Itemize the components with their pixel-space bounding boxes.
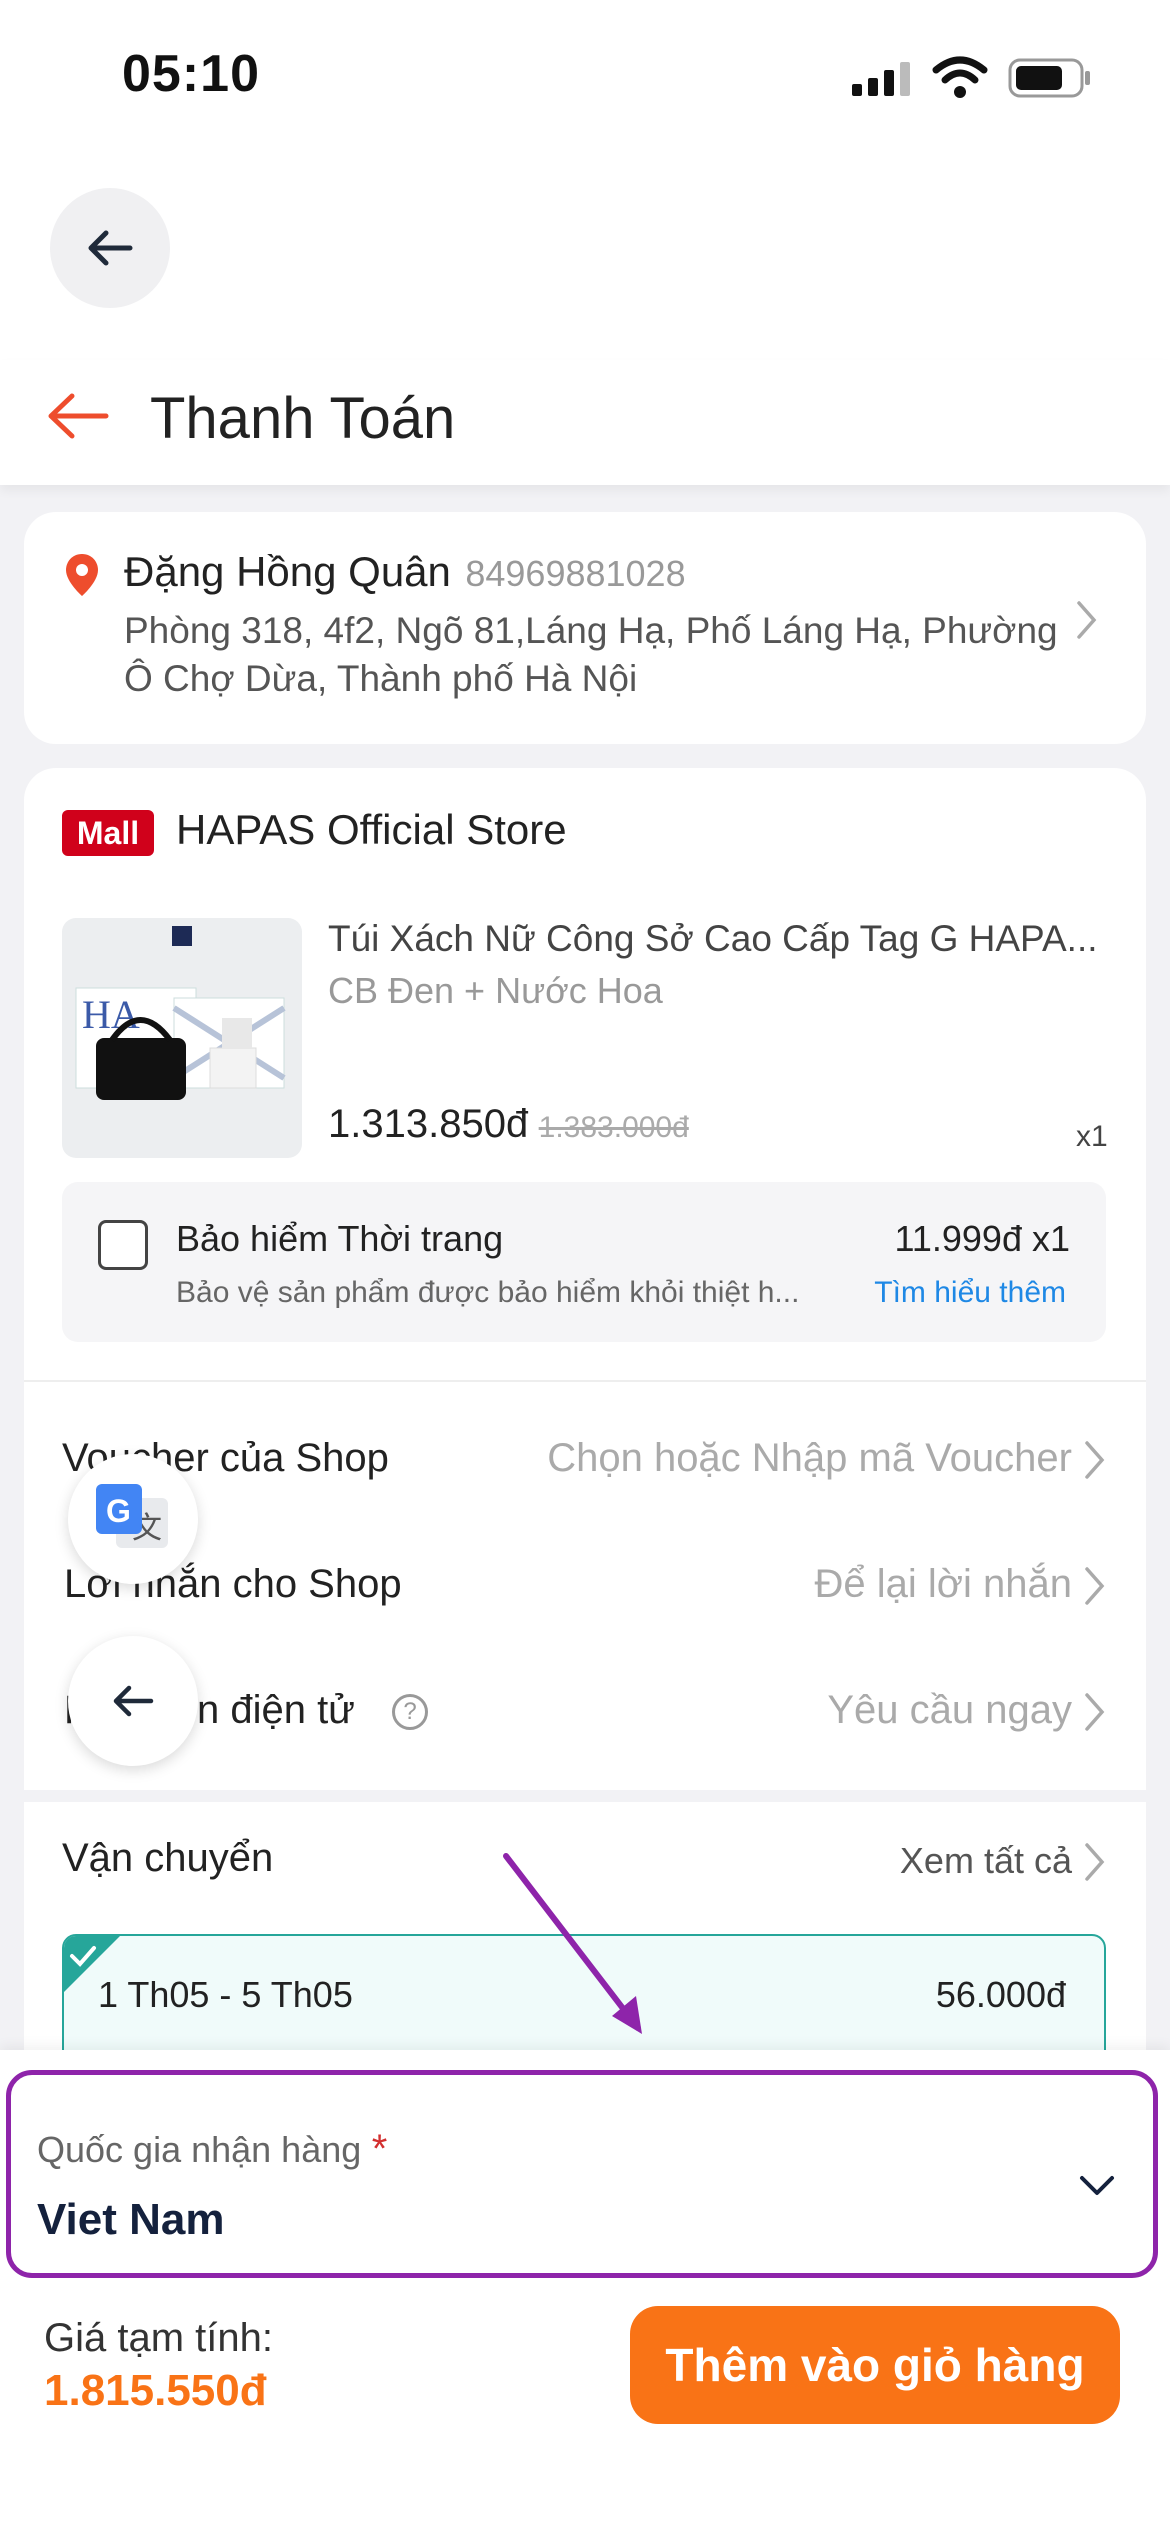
help-icon[interactable]: ? [392, 1694, 428, 1730]
svg-text:G: G [106, 1493, 131, 1529]
product-original-price: 1.383.000đ [538, 1111, 689, 1144]
chevron-right-icon [1084, 1692, 1106, 1737]
translate-bubble[interactable]: 文 G [68, 1454, 198, 1584]
recipient-name: Đặng Hồng Quân [124, 548, 451, 595]
country-select[interactable]: Quốc gia nhận hàng * Viet Nam [6, 2070, 1158, 2278]
shipping-label: Vận chuyển [62, 1836, 274, 1880]
insurance-checkbox[interactable] [98, 1220, 148, 1270]
message-value: Để lại lời nhắn [814, 1562, 1072, 1606]
invoice-value: Yêu cầu ngay [827, 1688, 1072, 1732]
annotation-arrow [490, 1846, 660, 2051]
voucher-value: Chọn hoặc Nhập mã Voucher [547, 1436, 1072, 1480]
insurance-price: 11.999đ x1 [894, 1218, 1070, 1259]
shop-name[interactable]: HAPAS Official Store [176, 806, 567, 854]
insurance-title: Bảo hiểm Thời trang [176, 1218, 504, 1259]
chevron-right-icon [1076, 600, 1098, 645]
svg-text:HA: HA [82, 992, 140, 1037]
address-line-2: Ô Chợ Dừa, Thành phố Hà Nội [124, 658, 638, 699]
chevron-right-icon [1084, 1566, 1106, 1611]
floating-back-bubble[interactable] [68, 1636, 198, 1766]
subtotal-label: Giá tạm tính: [44, 2316, 273, 2360]
page-title: Thanh Toán [150, 386, 456, 451]
required-marker: * [371, 2127, 388, 2171]
product-image[interactable]: HA [62, 918, 302, 1158]
floating-back-button[interactable] [50, 188, 170, 308]
product-quantity: x1 [1076, 1120, 1108, 1153]
battery-icon [1008, 58, 1092, 103]
chevron-right-icon [1084, 1842, 1106, 1887]
shipping-see-all[interactable]: Xem tất cả [900, 1840, 1072, 1882]
product-variant: CB Đen + Nước Hoa [328, 970, 663, 1011]
google-translate-icon: 文 G [96, 1484, 168, 1548]
insurance-box: Bảo hiểm Thời trang 11.999đ x1 Bảo vệ sả… [62, 1182, 1106, 1342]
insurance-learn-more-link[interactable]: Tìm hiểu thêm [874, 1276, 1066, 1310]
mall-badge: Mall [62, 810, 154, 856]
chevron-right-icon [1084, 1440, 1106, 1485]
address-line-1: Phòng 318, 4f2, Ngõ 81,Láng Hạ, Phố Láng… [124, 610, 1058, 651]
product-price: 1.313.850đ [328, 1102, 529, 1146]
add-to-cart-button[interactable]: Thêm vào giỏ hàng [630, 2306, 1120, 2424]
message-row[interactable]: Lời nhắn cho Shop Để lại lời nhắn [24, 1554, 1146, 1634]
arrow-left-icon [88, 230, 133, 266]
signal-icon [852, 62, 914, 103]
header-back-button[interactable] [46, 392, 110, 445]
divider [24, 1380, 1146, 1382]
location-pin-icon [64, 552, 100, 603]
chevron-down-icon [1079, 2175, 1115, 2202]
recipient-phone: 84969881028 [465, 553, 686, 594]
divider [24, 1790, 1146, 1802]
subtotal-value: 1.815.550đ [44, 2366, 267, 2415]
arrow-left-icon [48, 393, 109, 439]
status-time: 05:10 [122, 45, 260, 103]
country-value: Viet Nam [37, 2195, 225, 2244]
insurance-description: Bảo vệ sản phẩm được bảo hiểm khỏi thiệt… [176, 1276, 800, 1309]
shipping-fee: 56.000đ [935, 1974, 1066, 2015]
wifi-icon [932, 56, 988, 105]
product-title[interactable]: Túi Xách Nữ Công Sở Cao Cấp Tag G HAPA..… [328, 918, 1098, 960]
shipping-date-range: 1 Th05 - 5 Th05 [98, 1974, 353, 2015]
arrow-left-icon [113, 1685, 154, 1717]
address-card[interactable]: Đặng Hồng Quân 84969881028 Phòng 318, 4f… [24, 512, 1146, 744]
country-label: Quốc gia nhận hàng [37, 2129, 362, 2170]
